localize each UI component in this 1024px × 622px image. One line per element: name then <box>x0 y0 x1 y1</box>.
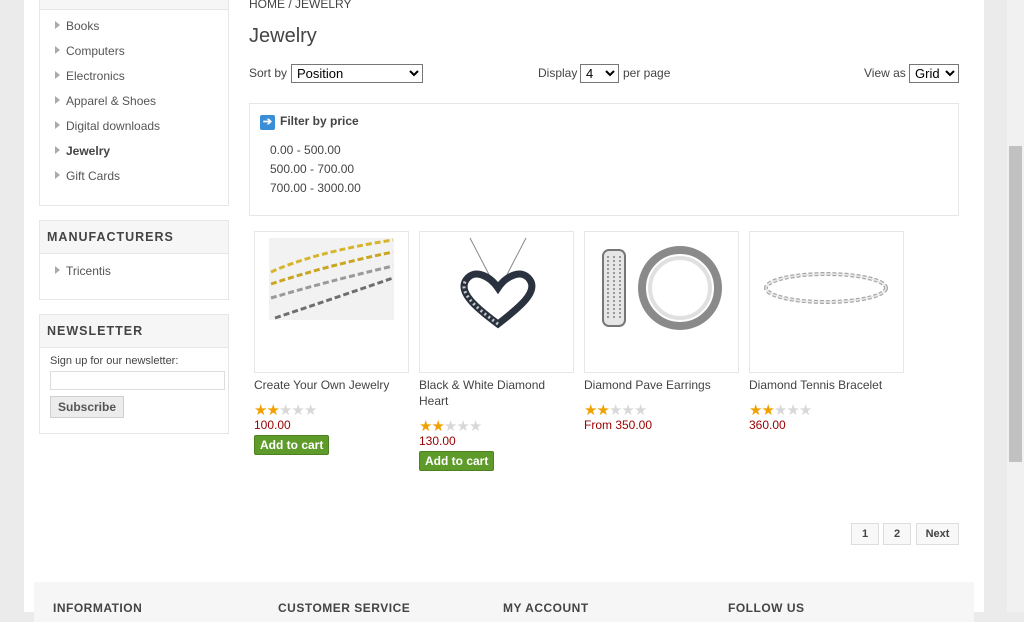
star-icon: ★ <box>291 402 305 419</box>
newsletter-title: NEWSLETTER <box>40 315 228 348</box>
product-price: 100.00 <box>254 418 291 432</box>
product-title[interactable]: Create Your Own Jewelry <box>254 377 409 393</box>
add-to-cart-button[interactable]: Add to cart <box>254 435 330 455</box>
bracelet-image <box>764 272 888 304</box>
display-label: Display <box>538 66 578 80</box>
triangle-right-icon <box>55 96 60 104</box>
display-count-select[interactable]: 4 <box>580 64 619 83</box>
star-icon: ★ <box>278 402 293 419</box>
product-item: Create Your Own Jewelry ★★★★★ 100.00 Add… <box>254 231 409 455</box>
price-range-link[interactable]: 700.00 - 3000.00 <box>270 181 361 195</box>
per-page-label: per page <box>623 66 671 80</box>
star-icon: ★ <box>798 402 813 419</box>
triangle-right-icon <box>55 46 60 54</box>
price-filter-box: ➔ Filter by price 0.00 - 500.00 500.00 -… <box>249 103 959 216</box>
product-title[interactable]: Diamond Tennis Bracelet <box>749 377 904 393</box>
product-picture[interactable] <box>419 231 574 373</box>
sort-by-select[interactable]: Position <box>291 64 423 83</box>
product-item: Diamond Pave Earrings ★★★★★ From 350.00 <box>584 231 739 432</box>
star-icon: ★ <box>254 402 268 419</box>
footer-title-follow-us: FOLLOW US <box>728 601 805 615</box>
star-icon: ★ <box>596 402 610 419</box>
category-item-jewelry[interactable]: Jewelry <box>55 144 110 158</box>
star-icon: ★ <box>456 418 470 435</box>
subscribe-button[interactable]: Subscribe <box>50 396 125 418</box>
sort-by-label: Sort by <box>249 66 288 80</box>
pager-page-2[interactable]: 2 <box>883 523 911 545</box>
product-price: From 350.00 <box>584 418 653 432</box>
newsletter-label: Sign up for our newsletter: <box>50 355 179 367</box>
star-icon: ★ <box>266 402 280 419</box>
star-icon: ★ <box>621 402 635 419</box>
product-picture[interactable] <box>584 231 739 373</box>
product-item: Black & White Diamond Heart ★★★★★ 130.00… <box>419 231 574 471</box>
pager-page-1[interactable]: 1 <box>851 523 879 545</box>
triangle-right-icon <box>55 121 60 129</box>
heart-pendant-image <box>460 237 536 329</box>
chain-jewelry-image <box>269 238 394 320</box>
breadcrumb[interactable]: HOME / JEWELRY <box>249 0 351 11</box>
triangle-right-icon <box>55 146 60 154</box>
scrollbar-thumb[interactable] <box>1009 146 1022 462</box>
footer-title-my-account: MY ACCOUNT <box>503 601 589 615</box>
category-item-electronics[interactable]: Electronics <box>55 69 125 83</box>
triangle-right-icon <box>55 21 60 29</box>
manufacturer-item-tricentis[interactable]: Tricentis <box>55 264 111 278</box>
rating-stars: ★★★★★ <box>584 402 739 419</box>
footer: INFORMATION CUSTOMER SERVICE MY ACCOUNT … <box>34 582 974 622</box>
manufacturers-block: MANUFACTURERS Tricentis <box>39 220 229 300</box>
star-icon: ★ <box>633 402 648 419</box>
earrings-image <box>602 246 722 330</box>
category-item-digital-downloads[interactable]: Digital downloads <box>55 119 160 133</box>
footer-title-information: INFORMATION <box>53 601 143 615</box>
product-price: 360.00 <box>749 418 786 432</box>
category-item-apparel-shoes[interactable]: Apparel & Shoes <box>55 94 156 108</box>
star-icon: ★ <box>584 402 598 419</box>
manufacturers-title: MANUFACTURERS <box>40 221 228 254</box>
triangle-right-icon <box>55 71 60 79</box>
product-title[interactable]: Diamond Pave Earrings <box>584 377 739 393</box>
footer-title-customer-service: CUSTOMER SERVICE <box>278 601 411 615</box>
star-icon: ★ <box>773 402 788 419</box>
product-title[interactable]: Black & White Diamond Heart <box>419 377 574 409</box>
star-icon: ★ <box>608 402 623 419</box>
view-as-select[interactable]: Grid <box>909 64 959 83</box>
product-item: Diamond Tennis Bracelet ★★★★★ 360.00 <box>749 231 904 432</box>
price-range-link[interactable]: 0.00 - 500.00 <box>270 143 341 157</box>
star-icon: ★ <box>786 402 800 419</box>
view-as-label: View as <box>864 66 906 80</box>
newsletter-email-input[interactable] <box>50 371 225 390</box>
rating-stars: ★★★★★ <box>419 418 574 435</box>
product-picture[interactable] <box>749 231 904 373</box>
star-icon: ★ <box>419 418 433 435</box>
category-item-computers[interactable]: Computers <box>55 44 125 58</box>
category-item-gift-cards[interactable]: Gift Cards <box>55 169 120 183</box>
triangle-right-icon <box>55 266 60 274</box>
triangle-right-icon <box>55 171 60 179</box>
add-to-cart-button[interactable]: Add to cart <box>419 451 495 471</box>
product-picture[interactable] <box>254 231 409 373</box>
price-range-link[interactable]: 500.00 - 700.00 <box>270 162 354 176</box>
rating-stars: ★★★★★ <box>749 402 904 419</box>
page-title: Jewelry <box>249 25 317 47</box>
categories-block: Books Computers Electronics Apparel & Sh… <box>39 0 229 206</box>
categories-block-header <box>40 0 228 10</box>
newsletter-block: NEWSLETTER Sign up for our newsletter: S… <box>39 314 229 434</box>
star-icon: ★ <box>749 402 763 419</box>
arrow-right-icon: ➔ <box>260 115 275 130</box>
star-icon: ★ <box>761 402 775 419</box>
product-price: 130.00 <box>419 434 456 448</box>
star-icon: ★ <box>431 418 445 435</box>
filter-title: Filter by price <box>280 114 359 128</box>
pager-next-button[interactable]: Next <box>916 523 959 545</box>
star-icon: ★ <box>468 418 483 435</box>
star-icon: ★ <box>443 418 458 435</box>
category-item-books[interactable]: Books <box>55 19 99 33</box>
rating-stars: ★★★★★ <box>254 402 409 419</box>
star-icon: ★ <box>303 402 318 419</box>
